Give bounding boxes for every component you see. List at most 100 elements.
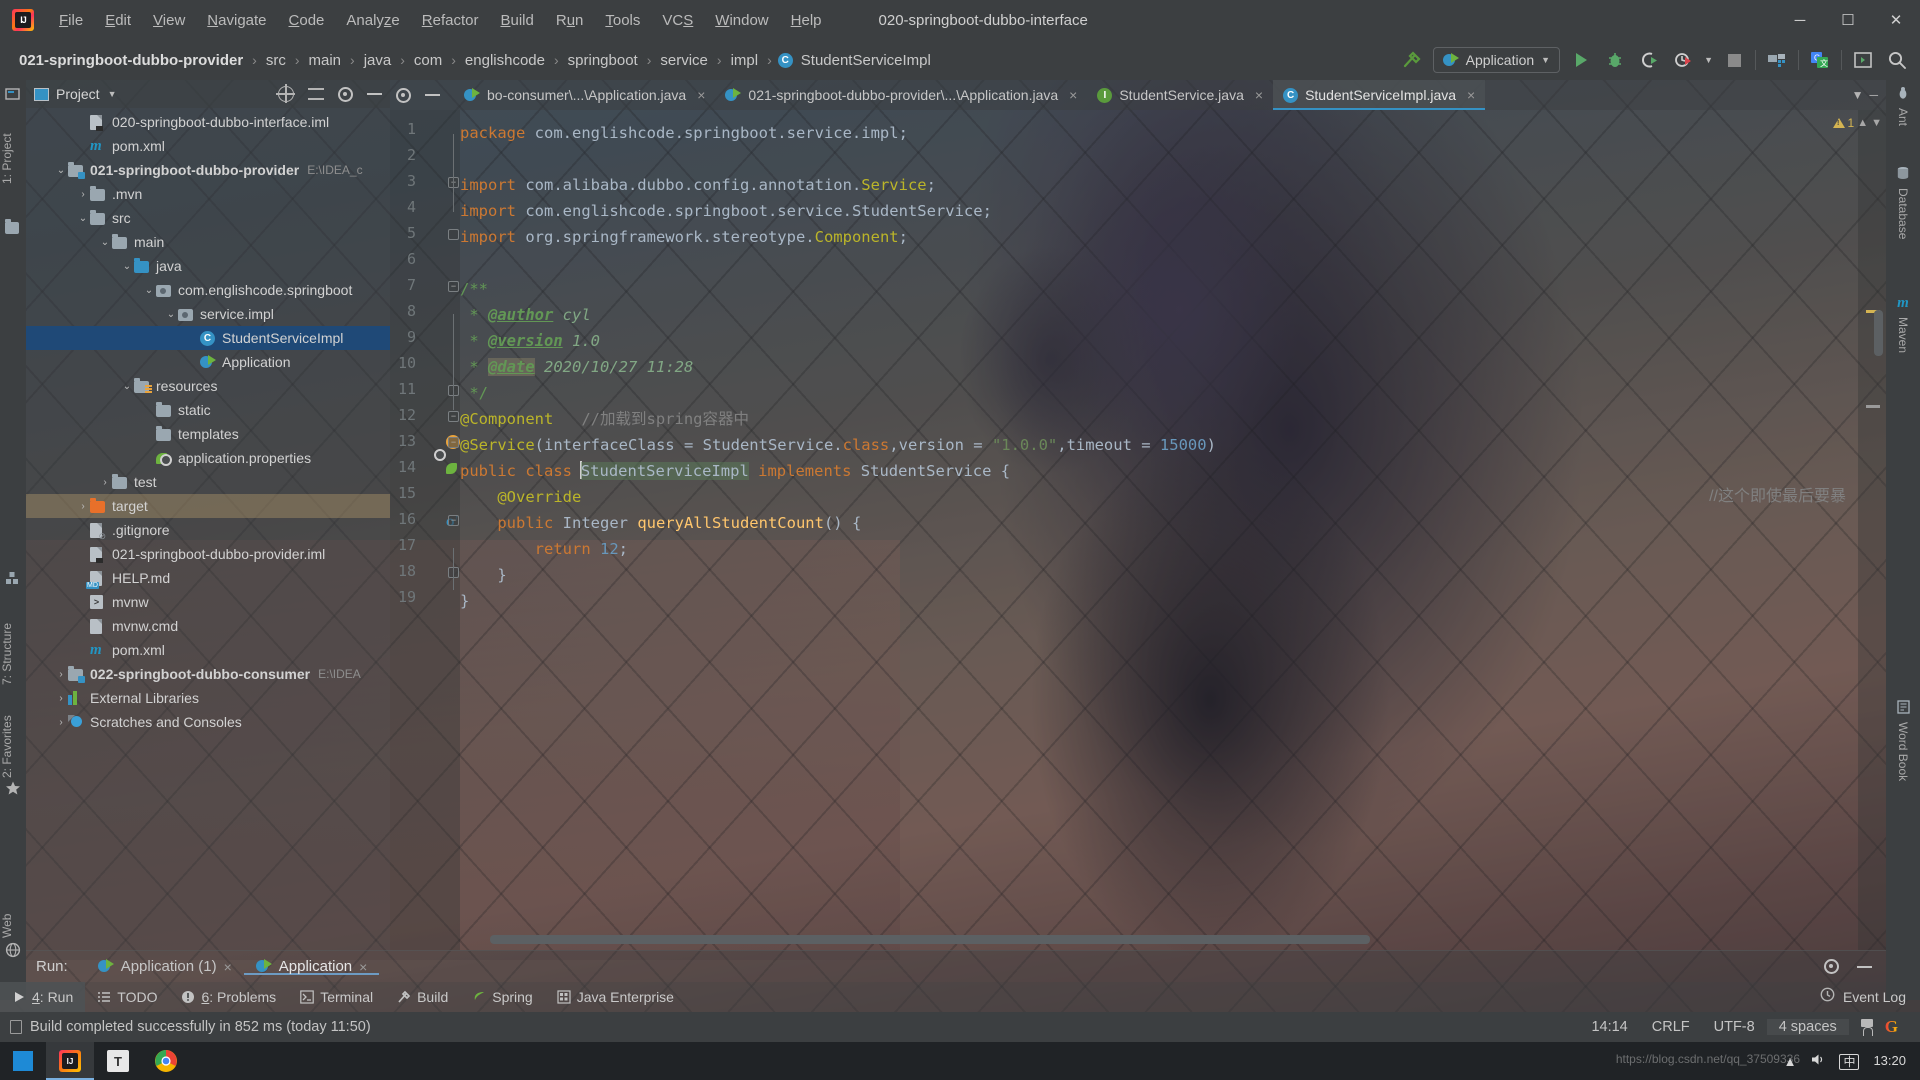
run-with-coverage-icon[interactable] (1636, 47, 1662, 73)
google-translate-icon[interactable]: G文 (1807, 47, 1833, 73)
tree-expand-arrow[interactable]: › (98, 477, 112, 488)
editor-vertical-scrollbar[interactable] (1874, 310, 1883, 356)
code-line[interactable]: import com.alibaba.dubbo.config.annotati… (460, 172, 936, 198)
editor-tab-021-springboot-dubbo-provider-application-java[interactable]: 021-springboot-dubbo-provider\...\Applic… (715, 80, 1087, 110)
taskbar-clock[interactable]: 13:20 (1873, 1053, 1906, 1069)
tree-expand-arrow[interactable]: ⌄ (120, 261, 134, 272)
run-tab-application[interactable]: Application × (244, 958, 380, 975)
code-line[interactable]: public Integer queryAllStudentCount() { (460, 510, 861, 536)
menu-item-edit[interactable]: Edit (94, 9, 142, 32)
tree-expand-arrow[interactable]: › (76, 501, 90, 512)
code-line[interactable]: /** (460, 276, 488, 302)
bottom-tool-java-enterprise[interactable]: Java Enterprise (545, 982, 686, 1012)
tree-node-021-springboot-dubbo-provider[interactable]: ⌄ 021-springboot-dubbo-provider E:\IDEA_c (26, 158, 390, 182)
gear-icon[interactable] (396, 87, 411, 103)
search-everywhere-icon[interactable] (1884, 47, 1910, 73)
terminal-window-icon[interactable] (1850, 47, 1876, 73)
idea-app-icon[interactable]: IJ (46, 1042, 94, 1080)
sidebar-item-maven[interactable]: m Maven (1886, 295, 1920, 395)
chevron-down-icon[interactable]: ▼ (1852, 88, 1864, 102)
run-configuration-selector[interactable]: Application ▼ (1432, 47, 1561, 73)
gear-icon[interactable] (1824, 959, 1839, 974)
breadcrumb-item[interactable]: 021-springboot-dubbo-provider (16, 50, 246, 71)
sidebar-item-word-book[interactable]: Word Book (1886, 700, 1920, 810)
code-line[interactable]: import com.englishcode.springboot.servic… (460, 198, 992, 224)
fold-collapse-icon[interactable]: − (448, 281, 459, 292)
tree-node-test[interactable]: › test (26, 470, 390, 494)
tree-node-studentserviceimpl[interactable]: C StudentServiceImpl (26, 326, 390, 350)
code-line[interactable]: @Service(interfaceClass = StudentService… (460, 432, 1216, 458)
code-line[interactable]: * @version 1.0 (460, 328, 600, 354)
volume-icon[interactable] (1810, 1052, 1825, 1070)
menu-item-run[interactable]: Run (545, 9, 595, 32)
stop-square-icon[interactable] (1721, 47, 1747, 73)
project-structure-icon[interactable] (1764, 47, 1790, 73)
warning-summary[interactable]: 1 ▲ ▼ (1832, 116, 1882, 130)
menu-item-help[interactable]: Help (780, 9, 833, 32)
tree-node-templates[interactable]: templates (26, 422, 390, 446)
menu-item-build[interactable]: Build (489, 9, 544, 32)
bottom-tool-terminal[interactable]: Terminal (288, 982, 385, 1012)
tree-node-022-springboot-dubbo-consumer[interactable]: › 022-springboot-dubbo-consumer E:\IDEA (26, 662, 390, 686)
breadcrumb-item[interactable]: springboot (565, 50, 641, 71)
tree-expand-arrow[interactable]: ⌄ (98, 237, 112, 248)
breadcrumb-item[interactable]: main (306, 50, 345, 71)
tree-node-mvnw[interactable]: > mvnw (26, 590, 390, 614)
locate-target-icon[interactable] (276, 84, 295, 103)
sidebar-item-project[interactable]: 1: Project (0, 104, 26, 184)
code-line[interactable]: @Component //加载到spring容器中 (460, 406, 749, 432)
chrome-icon[interactable] (142, 1042, 190, 1080)
tree-expand-arrow[interactable]: ⌄ (76, 213, 90, 224)
line-separator[interactable]: CRLF (1640, 1019, 1702, 1035)
chevron-up-icon[interactable]: ▲ (1857, 117, 1868, 129)
gear-icon[interactable] (338, 86, 353, 102)
fold-end-icon[interactable] (448, 229, 459, 240)
google-icon[interactable]: G (1873, 1017, 1910, 1037)
tree-node-help-md[interactable]: HELP.md (26, 566, 390, 590)
code-line[interactable]: } (460, 562, 506, 588)
tree-node-external-libraries[interactable]: › External Libraries (26, 686, 390, 710)
tree-node-021-springboot-dubbo-provider-iml[interactable]: 021-springboot-dubbo-provider.iml (26, 542, 390, 566)
bottom-tool-6-problems[interactable]: 6: Problems (169, 982, 288, 1012)
code-line[interactable]: @Override (460, 484, 581, 510)
tree-expand-arrow[interactable]: › (54, 693, 68, 704)
code-line[interactable]: return 12; (460, 536, 628, 562)
code-line[interactable]: */ (460, 380, 488, 406)
breadcrumb-item[interactable]: java (361, 50, 395, 71)
tree-node-application[interactable]: Application (26, 350, 390, 374)
sidebar-item-web[interactable]: Web (0, 870, 26, 938)
tree-node-pom-xml[interactable]: m pom.xml (26, 638, 390, 662)
tree-node-pom-xml[interactable]: m pom.xml (26, 134, 390, 158)
chevron-down-icon[interactable]: ▼ (108, 89, 117, 99)
code-line[interactable]: public class StudentServiceImpl implemen… (460, 458, 1010, 484)
tree-node-static[interactable]: static (26, 398, 390, 422)
close-icon[interactable]: × (1467, 87, 1475, 103)
info-stripe-marker[interactable] (1866, 405, 1880, 408)
tree-expand-arrow[interactable]: › (54, 669, 68, 680)
menu-item-vcs[interactable]: VCS (651, 9, 704, 32)
close-icon[interactable]: ✕ (1872, 0, 1920, 40)
tree-node-mvn[interactable]: › .mvn (26, 182, 390, 206)
code-line[interactable]: import org.springframework.stereotype.Co… (460, 224, 908, 250)
menu-item-file[interactable]: File (48, 9, 94, 32)
code-line[interactable]: * @author cyl (460, 302, 590, 328)
tree-node-service-impl[interactable]: ⌄ service.impl (26, 302, 390, 326)
tree-node-com-englishcode-springboot[interactable]: ⌄ com.englishcode.springboot (26, 278, 390, 302)
inspection-gutter[interactable]: 1 ▲ ▼ (1832, 110, 1886, 950)
close-icon[interactable]: × (359, 959, 367, 975)
breadcrumb-item[interactable]: C StudentServiceImpl (777, 50, 934, 71)
fold-collapse-icon[interactable]: − (448, 437, 459, 448)
event-log-button[interactable]: Event Log (1820, 987, 1920, 1007)
code-editor[interactable]: 12345678910111213141516o↑171819 −−−−− pa… (390, 110, 1886, 950)
menu-item-tools[interactable]: Tools (594, 9, 651, 32)
close-icon[interactable]: × (1069, 87, 1077, 103)
editor-tab-studentservice-java[interactable]: I StudentService.java × (1087, 80, 1273, 110)
chevron-down-icon[interactable]: ▼ (1704, 55, 1713, 65)
sidebar-item-structure[interactable]: 7: Structure (0, 590, 26, 685)
bottom-tool-todo[interactable]: TODO (85, 982, 169, 1012)
breadcrumb-item[interactable]: englishcode (462, 50, 548, 71)
close-icon[interactable]: × (1255, 87, 1263, 103)
bottom-tool-build[interactable]: Build (385, 982, 460, 1012)
tree-node-gitignore[interactable]: .gitignore (26, 518, 390, 542)
ime-cn-icon[interactable]: 中 (1839, 1053, 1860, 1070)
